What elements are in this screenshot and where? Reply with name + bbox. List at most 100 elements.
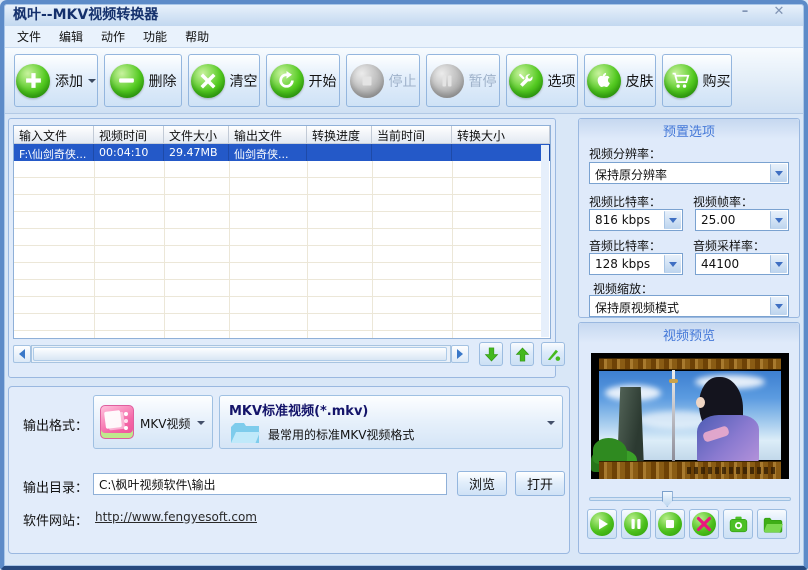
- menu-file[interactable]: 文件: [8, 26, 50, 47]
- table-row-selected[interactable]: F:\仙剑奇侠... 00:04:10 29.47MB 仙剑奇侠...: [14, 144, 550, 161]
- pause-icon: [624, 512, 648, 536]
- mkv-format-icon: [100, 405, 134, 439]
- browse-button[interactable]: 浏览: [457, 471, 507, 496]
- framerate-dropdown[interactable]: 25.00: [695, 209, 789, 231]
- website-link[interactable]: http://www.fengyesoft.com: [95, 510, 257, 524]
- dropdown-button[interactable]: [664, 211, 681, 229]
- scroll-left-button[interactable]: [13, 345, 31, 363]
- options-button[interactable]: 选项: [506, 54, 578, 107]
- ornate-border-bottom: [599, 461, 781, 479]
- minimize-button[interactable]: –: [734, 4, 756, 19]
- chevron-down-icon: [669, 218, 677, 227]
- audio-bitrate-label: 音频比特率：: [589, 237, 661, 254]
- delete-button[interactable]: 删除: [104, 54, 182, 107]
- file-table-header: 输入文件 视频时间 文件大小 输出文件 转换进度 当前时间 转换大小: [14, 126, 550, 144]
- sample-rate-dropdown[interactable]: 44100: [695, 253, 789, 275]
- menu-function[interactable]: 功能: [134, 26, 176, 47]
- snapshot-camera-icon: [727, 513, 750, 536]
- chevron-down-icon: [669, 262, 677, 271]
- dropdown-button[interactable]: [770, 255, 787, 273]
- add-plus-icon: [16, 64, 50, 98]
- play-button[interactable]: [587, 509, 617, 539]
- skin-apple-icon: [587, 64, 621, 98]
- edit-pen-icon: [545, 346, 562, 363]
- slider-thumb[interactable]: [662, 491, 673, 507]
- title-bar: 枫叶--MKV视频转换器 – ✕: [4, 0, 804, 26]
- stop-icon: [658, 512, 682, 536]
- format-dropdown[interactable]: MKV视频: [93, 395, 213, 449]
- move-down-button[interactable]: [479, 342, 503, 366]
- slider-track[interactable]: [589, 497, 791, 501]
- ornate-border-top: [599, 358, 781, 370]
- start-refresh-icon: [270, 64, 304, 98]
- horizontal-scrollbar: [13, 345, 469, 363]
- dropdown-caret-icon: [547, 421, 555, 429]
- video-preview-title: 视频预览: [579, 323, 799, 343]
- cancel-button[interactable]: [689, 509, 719, 539]
- resolution-dropdown[interactable]: 保持原分辨率: [589, 162, 789, 184]
- profile-title: MKV标准视频(*.mkv): [229, 400, 368, 419]
- clear-button[interactable]: 清空: [188, 54, 260, 107]
- scrollbar-track[interactable]: [31, 345, 451, 363]
- website-label: 软件网站：: [23, 510, 88, 529]
- buy-button[interactable]: 购买: [662, 54, 732, 107]
- add-button[interactable]: 添加: [14, 54, 98, 107]
- chevron-down-icon: [775, 218, 783, 227]
- col-duration[interactable]: 视频时间: [94, 126, 164, 143]
- menu-bar: 文件 编辑 动作 功能 帮助: [4, 26, 804, 48]
- video-preview-box: 视频预览: [578, 322, 800, 554]
- profile-dropdown[interactable]: MKV标准视频(*.mkv) 最常用的标准MKV视频格式: [219, 395, 563, 449]
- scroll-right-button[interactable]: [451, 345, 469, 363]
- scrollbar-thumb[interactable]: [33, 347, 447, 361]
- left-arrow-icon: [14, 349, 25, 359]
- dropdown-button[interactable]: [770, 297, 787, 315]
- audio-bitrate-dropdown[interactable]: 128 kbps: [589, 253, 683, 275]
- stop-button[interactable]: 停止: [346, 54, 420, 107]
- open-folder-button[interactable]: [757, 509, 787, 539]
- skin-button[interactable]: 皮肤: [584, 54, 656, 107]
- buy-cart-icon: [664, 64, 698, 98]
- output-dir-input[interactable]: [93, 473, 447, 495]
- video-bitrate-dropdown[interactable]: 816 kbps: [589, 209, 683, 231]
- dropdown-button[interactable]: [664, 255, 681, 273]
- start-button[interactable]: 开始: [266, 54, 340, 107]
- edit-pen-button[interactable]: [541, 342, 565, 366]
- play-icon: [590, 512, 614, 536]
- snapshot-button[interactable]: [723, 509, 753, 539]
- col-progress[interactable]: 转换进度: [307, 126, 372, 143]
- close-button[interactable]: ✕: [768, 4, 790, 19]
- output-format-label: 输出格式：: [23, 415, 88, 434]
- sample-rate-label: 音频采样率：: [693, 237, 765, 254]
- dropdown-caret-icon: [88, 79, 96, 87]
- cancel-x-icon: [692, 512, 716, 536]
- seek-slider[interactable]: [589, 491, 791, 507]
- up-arrow-icon: [514, 346, 531, 363]
- vertical-scroll-strip: [541, 145, 549, 337]
- remove-minus-icon: [110, 64, 144, 98]
- output-dir-label: 输出目录：: [23, 477, 88, 496]
- col-current-time[interactable]: 当前时间: [372, 126, 452, 143]
- preset-options-title: 预置选项: [579, 119, 799, 139]
- video-zoom-dropdown[interactable]: 保持原视频模式: [589, 295, 789, 317]
- menu-action[interactable]: 动作: [92, 26, 134, 47]
- right-arrow-icon: [457, 349, 468, 359]
- col-file-size[interactable]: 文件大小: [164, 126, 229, 143]
- col-output-file[interactable]: 输出文件: [229, 126, 307, 143]
- col-converted-size[interactable]: 转换大小: [452, 126, 550, 143]
- profile-desc: 最常用的标准MKV视频格式: [268, 426, 414, 443]
- pause-preview-button[interactable]: [621, 509, 651, 539]
- video-scene: [599, 371, 781, 460]
- pause-button[interactable]: 暂停: [426, 54, 500, 107]
- move-up-button[interactable]: [510, 342, 534, 366]
- dropdown-button[interactable]: [770, 211, 787, 229]
- menu-edit[interactable]: 编辑: [50, 26, 92, 47]
- menu-help[interactable]: 帮助: [176, 26, 218, 47]
- col-input-file[interactable]: 输入文件: [14, 126, 94, 143]
- table-empty-grid: [14, 161, 541, 338]
- open-button[interactable]: 打开: [515, 471, 565, 496]
- folder-icon: [229, 420, 261, 446]
- window-title: 枫叶--MKV视频转换器: [13, 4, 158, 24]
- down-arrow-icon: [483, 346, 500, 363]
- dropdown-button[interactable]: [770, 164, 787, 182]
- stop-preview-button[interactable]: [655, 509, 685, 539]
